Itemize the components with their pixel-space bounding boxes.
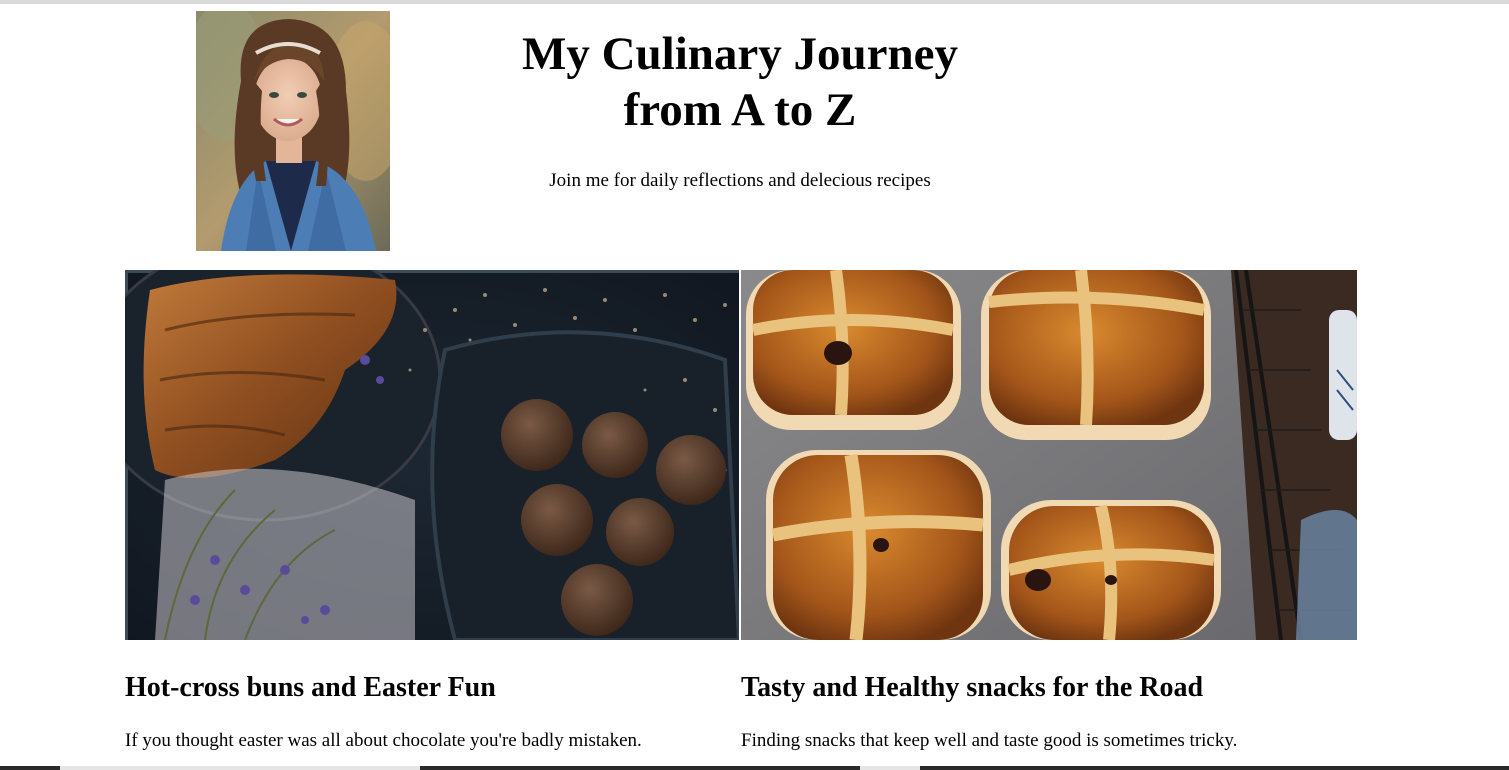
window-top-border: [0, 0, 1509, 4]
post-excerpt-healthy-snacks: Finding snacks that keep well and taste …: [741, 730, 1238, 751]
post-image-hot-cross-buns[interactable]: [741, 270, 1357, 640]
post-title-hot-cross-buns[interactable]: Hot-cross buns and Easter Fun: [125, 668, 496, 708]
site-title-line2: from A to Z: [623, 84, 857, 136]
site-title: My Culinary Journey from A to Z: [440, 26, 1040, 138]
site-title-line1: My Culinary Journey: [521, 28, 959, 80]
tagline: Join me for daily reflections and deleci…: [549, 170, 931, 191]
profile-photo: [196, 11, 390, 251]
post-excerpt-hot-cross-buns: If you thought easter was all about choc…: [125, 730, 642, 751]
taskbar-strip: [0, 766, 1509, 770]
post-image-croissant-truffles[interactable]: [125, 270, 739, 640]
post-title-healthy-snacks[interactable]: Tasty and Healthy snacks for the Road: [741, 668, 1203, 708]
